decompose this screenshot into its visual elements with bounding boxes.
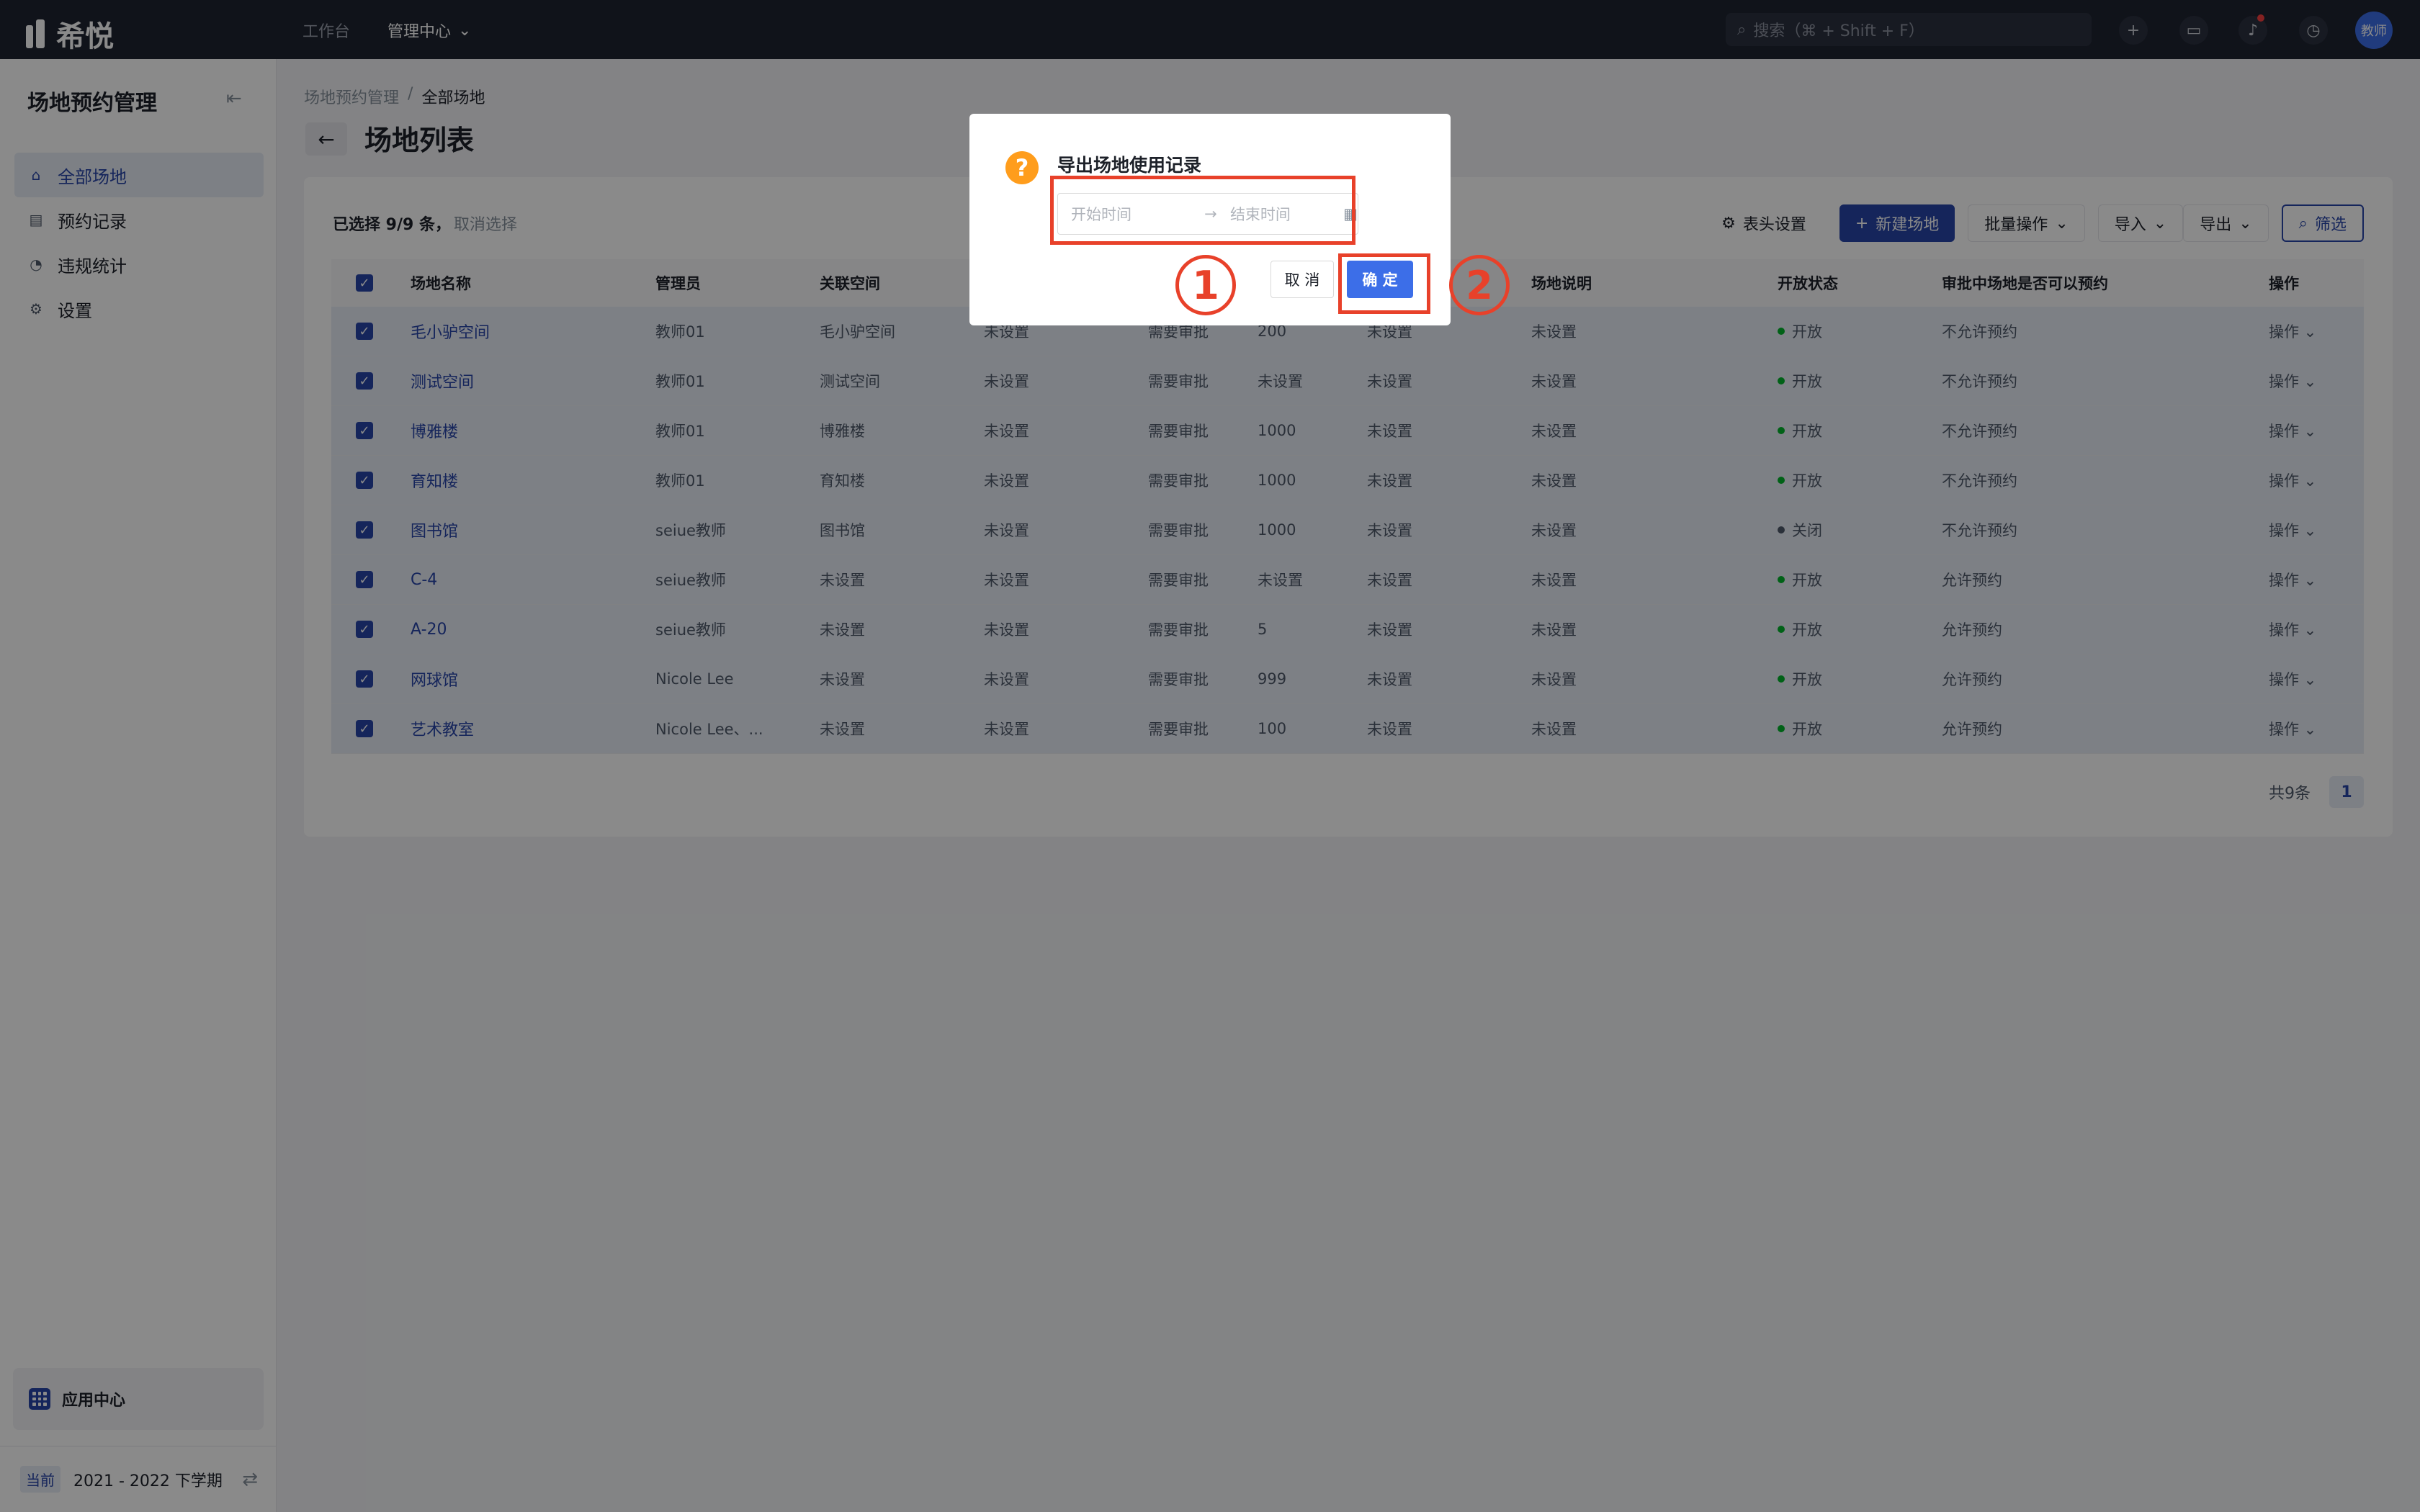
annotation-box-confirm <box>1338 253 1430 314</box>
dialog-title: 导出场地使用记录 <box>1057 155 1202 176</box>
annotation-step-2: 2 <box>1449 255 1510 315</box>
annotation-step-1: 1 <box>1175 255 1236 315</box>
question-icon: ? <box>1005 151 1039 184</box>
annotation-box-date-range <box>1050 176 1355 245</box>
cancel-button[interactable]: 取 消 <box>1270 261 1334 298</box>
